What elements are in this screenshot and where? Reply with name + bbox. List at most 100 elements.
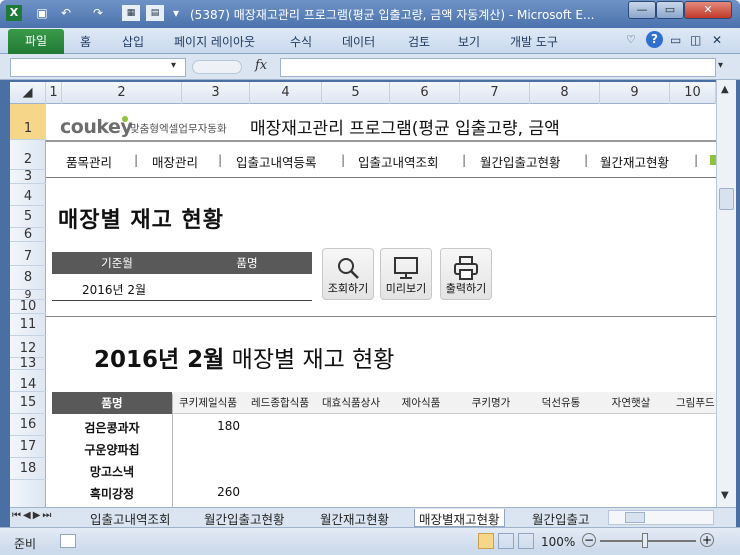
sheet-tab-active[interactable]: 매장별재고현황	[414, 509, 505, 527]
zoom-slider-thumb[interactable]	[642, 533, 648, 548]
excel-window: X ▣ ↶ ↷ ▦ ▤ ▾ (5387) 매장재고관리 프로그램(평균 입출고량…	[0, 0, 740, 555]
nav-item-inout-register[interactable]: 입출고내역등록	[236, 152, 317, 171]
nav-item-products[interactable]: 품목관리	[66, 152, 112, 171]
row-header[interactable]: 6	[10, 228, 46, 242]
row-header[interactable]: 1	[10, 104, 46, 140]
column-header[interactable]: 6	[390, 82, 460, 104]
tab-view[interactable]: 보기	[458, 33, 480, 50]
row-header[interactable]: 11	[10, 314, 46, 336]
row-header[interactable]: 18	[10, 458, 46, 480]
hscroll-thumb[interactable]	[625, 512, 645, 523]
page-layout-view-icon[interactable]	[498, 533, 514, 549]
row-header[interactable]: 8	[10, 266, 46, 290]
insert-function-icon[interactable]: fx	[255, 58, 277, 76]
sheet-tab[interactable]: 월간입출고	[528, 509, 606, 527]
vertical-scrollbar[interactable]: ▲ ▼	[716, 80, 736, 507]
table-header-store: 그림푸드	[666, 392, 716, 414]
search-icon	[338, 258, 359, 279]
nav-item-inout-search[interactable]: 입출고내역조회	[358, 152, 439, 171]
row-header[interactable]: 4	[10, 184, 46, 206]
workbook-restore-icon[interactable]: ◫	[690, 33, 701, 47]
tab-data[interactable]: 데이터	[342, 33, 375, 50]
column-header[interactable]: 9	[600, 82, 670, 104]
minimize-button[interactable]: —	[628, 1, 656, 19]
item-select[interactable]	[190, 278, 310, 298]
scroll-down-icon[interactable]: ▼	[721, 490, 729, 501]
workbook-close-icon[interactable]: ✕	[712, 33, 722, 47]
name-box[interactable]: ▾	[10, 58, 186, 77]
undo-icon[interactable]: ↶	[58, 5, 74, 21]
tab-home[interactable]: 홈	[80, 33, 91, 50]
expand-formula-icon[interactable]: ▾	[718, 60, 723, 71]
row-header[interactable]: 5	[10, 206, 46, 228]
tab-file[interactable]: 파일	[8, 29, 64, 54]
row-header[interactable]: 12	[10, 336, 46, 358]
sheet-nav-arrows-icon[interactable]: ⏮◀▶⏭	[12, 510, 53, 521]
normal-view-icon[interactable]	[478, 533, 494, 549]
workbook-minimize-icon[interactable]: ▭	[670, 33, 681, 47]
select-all-corner[interactable]: ◢	[10, 82, 46, 104]
sheet-tab[interactable]: 월간재고현황	[316, 509, 393, 527]
customize-qat-icon[interactable]: ▾	[168, 5, 184, 21]
sheet-tab[interactable]: 입출고내역조회	[86, 509, 175, 527]
column-header[interactable]: 8	[530, 82, 600, 104]
nav-item-monthly-inout[interactable]: 월간입출고현황	[480, 152, 561, 171]
print-button[interactable]: 출력하기	[440, 248, 492, 300]
row-header[interactable]: 15	[10, 392, 46, 414]
tab-developer[interactable]: 개발 도구	[510, 33, 558, 50]
table-row-value: 180	[217, 419, 240, 433]
row-header[interactable]: 14	[10, 370, 46, 392]
zoom-in-icon[interactable]: +	[700, 533, 714, 547]
tab-page-layout[interactable]: 페이지 레이아웃	[174, 33, 255, 50]
column-header[interactable]: 2	[62, 82, 182, 104]
nav-item-monthly-stock[interactable]: 월간재고현황	[600, 152, 669, 171]
tab-insert[interactable]: 삽입	[122, 33, 144, 50]
row-header[interactable]: 2	[10, 140, 46, 170]
minimize-ribbon-icon[interactable]: ♡	[626, 33, 636, 46]
column-header[interactable]: 5	[322, 82, 390, 104]
maximize-button[interactable]: ▭	[656, 1, 684, 19]
row-header[interactable]: 17	[10, 436, 46, 458]
quick-access-icon-2[interactable]: ▤	[146, 5, 164, 21]
search-button[interactable]: 조회하기	[322, 248, 374, 300]
close-button[interactable]: ✕	[684, 1, 732, 19]
row-header[interactable]: 7	[10, 242, 46, 266]
excel-app-icon[interactable]: X	[6, 5, 22, 21]
filter-header-month: 기준월	[52, 252, 182, 274]
column-header[interactable]: 10	[670, 82, 716, 104]
help-icon[interactable]: ?	[646, 31, 663, 48]
worksheet-grid[interactable]: ◢ 1 2 3 4 5 6 7 8 9 10 1 2 3 4 5 6 7 8 9…	[10, 82, 716, 507]
row-header[interactable]: 10	[10, 300, 46, 314]
horizontal-scrollbar[interactable]	[608, 510, 714, 525]
column-header[interactable]: 1	[46, 82, 62, 104]
zoom-level[interactable]: 100%	[541, 535, 575, 549]
redo-icon[interactable]: ↷	[90, 5, 106, 21]
quick-access-icon-1[interactable]: ▦	[122, 5, 140, 21]
month-select[interactable]: 2016년 2월	[82, 281, 146, 298]
zoom-slider[interactable]	[600, 540, 696, 542]
nav-separator: |	[134, 152, 139, 167]
column-header[interactable]: 7	[460, 82, 530, 104]
page-break-view-icon[interactable]	[518, 533, 534, 549]
column-header[interactable]: 4	[250, 82, 322, 104]
formula-bar-splitter[interactable]	[192, 60, 242, 74]
table-header-store: 제아식품	[386, 392, 456, 414]
scroll-up-icon[interactable]: ▲	[721, 84, 729, 95]
column-header[interactable]: 3	[182, 82, 250, 104]
row-header[interactable]: 16	[10, 414, 46, 436]
macro-record-icon[interactable]	[60, 534, 76, 548]
tab-review[interactable]: 검토	[408, 33, 430, 50]
preview-button[interactable]: 미리보기	[380, 248, 432, 300]
table-header-store: 쿠키제일식품	[172, 392, 244, 414]
nav-underline	[46, 177, 716, 178]
tab-formulas[interactable]: 수식	[290, 33, 312, 50]
row-header[interactable]: 13	[10, 357, 46, 370]
formula-input[interactable]	[280, 58, 716, 77]
sheet-tab[interactable]: 월간입출고현황	[200, 509, 289, 527]
save-icon[interactable]: ▣	[34, 5, 50, 21]
nav-item-stores[interactable]: 매장관리	[152, 152, 198, 171]
name-box-dropdown-icon[interactable]: ▾	[171, 60, 176, 71]
scroll-thumb[interactable]	[719, 188, 734, 210]
zoom-out-icon[interactable]: −	[582, 533, 596, 547]
row-header[interactable]: 3	[10, 170, 46, 184]
